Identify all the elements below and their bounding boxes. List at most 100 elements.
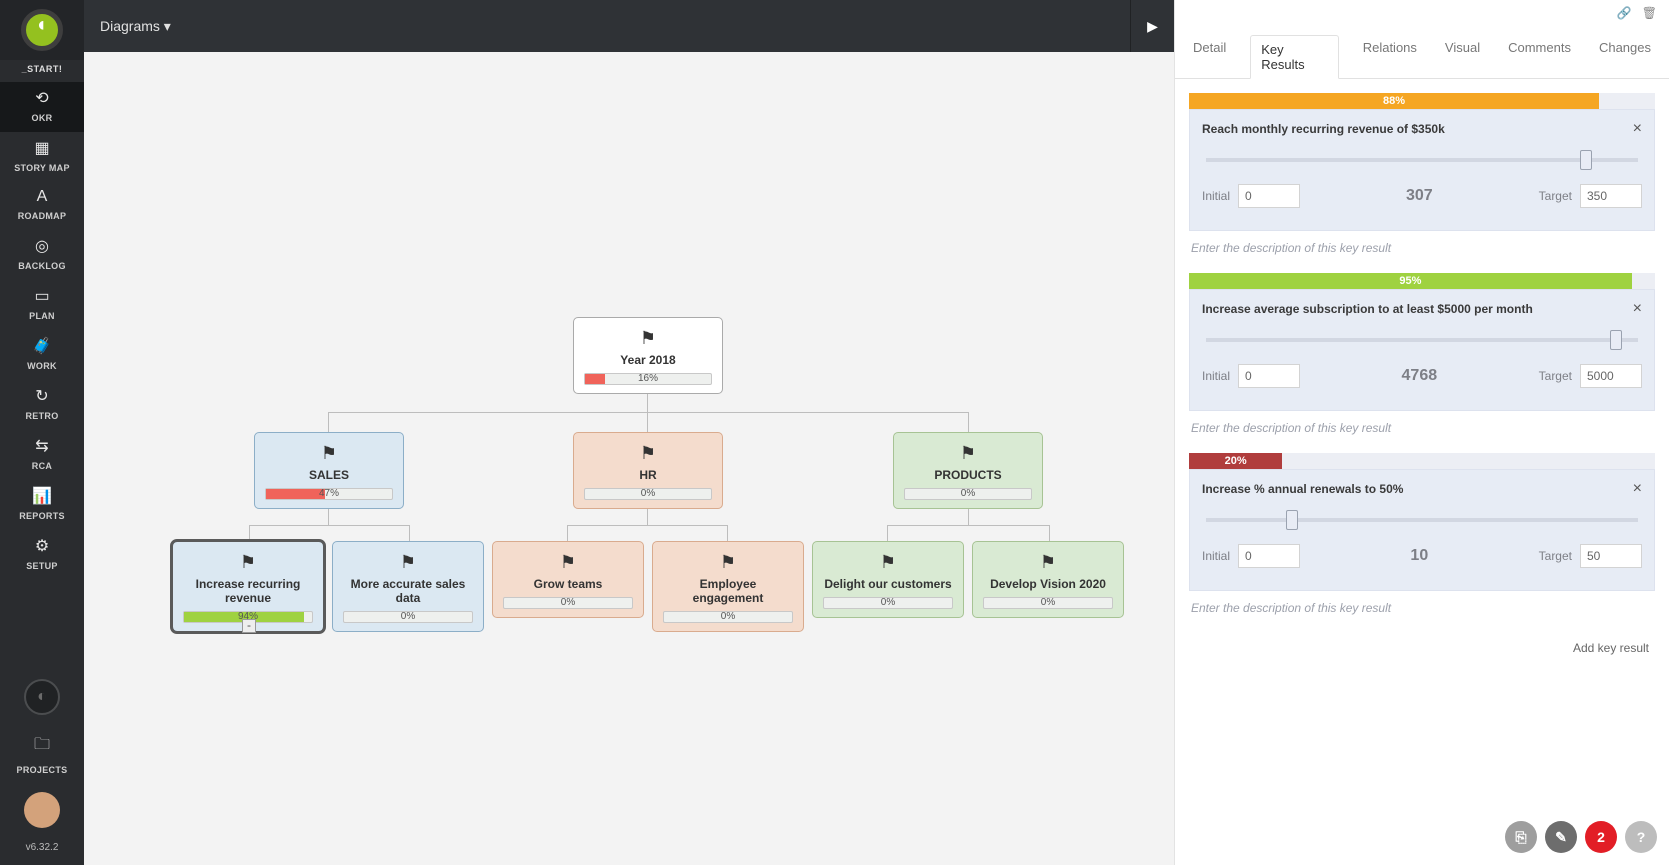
- nav-okr[interactable]: ⟲ OKR: [0, 82, 84, 132]
- objective-title: HR: [584, 468, 712, 482]
- objective-title: Develop Vision 2020: [983, 577, 1113, 591]
- panel-tabs: Detail Key Results Relations Visual Comments…: [1175, 28, 1669, 79]
- collapse-sidebar-icon[interactable]: ◐: [24, 679, 60, 715]
- collapse-panel-icon[interactable]: ▶: [1130, 0, 1174, 52]
- floating-actions: ⎘ ✎ 2 ?: [1505, 821, 1657, 853]
- kr-title: Increase average subscription to at leas…: [1202, 302, 1642, 316]
- nav-rca-label: RCA: [32, 461, 52, 471]
- kr-slider[interactable]: [1206, 150, 1638, 170]
- nav-rca[interactable]: ⇆ RCA: [0, 430, 84, 480]
- link-icon[interactable]: 🔗: [1617, 6, 1632, 28]
- flag-icon: ⚑: [265, 443, 393, 464]
- topbar: Diagrams ▾ ▶: [84, 0, 1174, 52]
- avatar[interactable]: [24, 792, 60, 828]
- tab-visual[interactable]: Visual: [1441, 34, 1484, 78]
- kr-progress-bar: 88%: [1189, 93, 1655, 109]
- add-key-result-link[interactable]: Add key result: [1189, 633, 1655, 663]
- progress-bar: 0%: [663, 611, 793, 623]
- flag-icon: ⚑: [904, 443, 1032, 464]
- progress-bar: 0%: [503, 597, 633, 609]
- target-label: Target: [1539, 549, 1572, 563]
- progress-bar: 47%: [265, 488, 393, 500]
- nav-setup[interactable]: ⚙ SETUP: [0, 530, 84, 580]
- notifications-badge[interactable]: 2: [1585, 821, 1617, 853]
- nav-retro[interactable]: ↻ RETRO: [0, 380, 84, 430]
- nav-rca-icon: ⇆: [0, 436, 84, 456]
- objective-products[interactable]: ⚑ PRODUCTS 0%: [893, 432, 1043, 509]
- close-icon[interactable]: ×: [1633, 300, 1642, 318]
- nav-okr-label: OKR: [32, 113, 53, 123]
- nav-storymap[interactable]: ▦ STORY MAP: [0, 132, 84, 182]
- nav-roadmap[interactable]: A ROADMAP: [0, 182, 84, 230]
- objective-grow-teams[interactable]: ⚑ Grow teams 0%: [492, 541, 644, 618]
- tab-comments[interactable]: Comments: [1504, 34, 1575, 78]
- objective-title: Delight our customers: [823, 577, 953, 591]
- nav-reports[interactable]: 📊 REPORTS: [0, 480, 84, 530]
- initial-input[interactable]: [1238, 184, 1300, 208]
- target-input[interactable]: [1580, 544, 1642, 568]
- close-icon[interactable]: ×: [1633, 120, 1642, 138]
- kr-description-placeholder[interactable]: Enter the description of this key result: [1189, 411, 1655, 439]
- tab-changes[interactable]: Changes: [1595, 34, 1655, 78]
- edit-button[interactable]: ✎: [1545, 821, 1577, 853]
- nav-reports-label: REPORTS: [19, 511, 65, 521]
- nav-plan-icon: ▭: [0, 286, 84, 306]
- tab-key-results[interactable]: Key Results: [1250, 35, 1338, 79]
- nav-retro-label: RETRO: [26, 411, 59, 421]
- nav-work-icon: 🧳: [0, 336, 84, 356]
- target-input[interactable]: [1580, 364, 1642, 388]
- nav-setup-icon: ⚙: [0, 536, 84, 556]
- initial-input[interactable]: [1238, 544, 1300, 568]
- target-input[interactable]: [1580, 184, 1642, 208]
- flag-icon: ⚑: [584, 443, 712, 464]
- kr-title: Reach monthly recurring revenue of $350k: [1202, 122, 1642, 136]
- nav-work[interactable]: 🧳 WORK: [0, 330, 84, 380]
- tab-detail[interactable]: Detail: [1189, 34, 1230, 78]
- flag-icon: ⚑: [343, 552, 473, 573]
- nav-plan-label: PLAN: [29, 311, 55, 321]
- help-button[interactable]: ?: [1625, 821, 1657, 853]
- objective-develop-vision-2020[interactable]: ⚑ Develop Vision 2020 0%: [972, 541, 1124, 618]
- objective-title: Year 2018: [584, 353, 712, 367]
- nav-plan[interactable]: ▭ PLAN: [0, 280, 84, 330]
- objective-hr[interactable]: ⚑ HR 0%: [573, 432, 723, 509]
- diagrams-dropdown[interactable]: Diagrams ▾: [100, 18, 171, 35]
- kr-description-placeholder[interactable]: Enter the description of this key result: [1189, 231, 1655, 259]
- objective-title: Employee engagement: [663, 577, 793, 605]
- initial-input[interactable]: [1238, 364, 1300, 388]
- kr-slider[interactable]: [1206, 510, 1638, 530]
- progress-bar: 0%: [823, 597, 953, 609]
- copy-button[interactable]: ⎘: [1505, 821, 1537, 853]
- tab-relations[interactable]: Relations: [1359, 34, 1421, 78]
- kr-slider[interactable]: [1206, 330, 1638, 350]
- objective-title: More accurate sales data: [343, 577, 473, 605]
- logo[interactable]: [0, 0, 84, 60]
- nav-roadmap-icon: A: [0, 188, 84, 206]
- nav-storymap-label: STORY MAP: [14, 163, 70, 173]
- trash-icon[interactable]: 🗑: [1642, 6, 1657, 28]
- objective-more-accurate-sales-data[interactable]: ⚑ More accurate sales data 0%: [332, 541, 484, 632]
- kr-description-placeholder[interactable]: Enter the description of this key result: [1189, 591, 1655, 619]
- close-icon[interactable]: ×: [1633, 480, 1642, 498]
- objective-sales[interactable]: ⚑ SALES 47%: [254, 432, 404, 509]
- objective-employee-engagement[interactable]: ⚑ Employee engagement 0%: [652, 541, 804, 632]
- objective-title: SALES: [265, 468, 393, 482]
- nav-backlog-label: BACKLOG: [18, 261, 66, 271]
- objective-root[interactable]: ⚑ Year 2018 16%: [573, 317, 723, 394]
- nav-projects[interactable]: 🗀 PROJECTS: [0, 727, 84, 784]
- progress-bar: 0%: [343, 611, 473, 623]
- key-results-pane: 88% Reach monthly recurring revenue of $…: [1175, 79, 1669, 865]
- diagram-canvas[interactable]: ⚑ Year 2018 16% ⚑ SALES 47% ⚑ HR 0% ⚑ PR…: [84, 52, 1174, 865]
- progress-bar: 0%: [584, 488, 712, 500]
- projects-label: PROJECTS: [17, 765, 68, 775]
- kr-progress-fill: 20%: [1189, 453, 1282, 469]
- objective-delight-our-customers[interactable]: ⚑ Delight our customers 0%: [812, 541, 964, 618]
- flag-icon: ⚑: [584, 328, 712, 349]
- key-result-card: 88% Reach monthly recurring revenue of $…: [1189, 93, 1655, 259]
- expand-toggle[interactable]: -: [242, 619, 256, 633]
- progress-label: 0%: [824, 598, 952, 608]
- flag-icon: ⚑: [503, 552, 633, 573]
- initial-label: Initial: [1202, 189, 1230, 203]
- kr-progress-fill: 88%: [1189, 93, 1599, 109]
- nav-backlog[interactable]: ◎ BACKLOG: [0, 230, 84, 280]
